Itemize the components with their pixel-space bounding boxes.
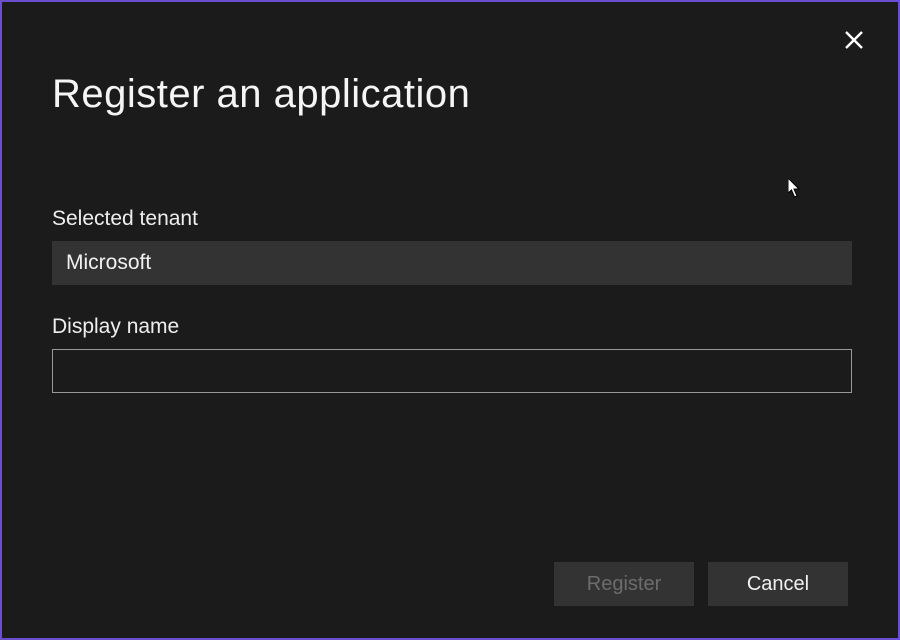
cancel-button[interactable]: Cancel bbox=[708, 562, 848, 606]
displayname-label: Display name bbox=[52, 315, 848, 339]
close-icon bbox=[845, 31, 863, 49]
dialog-actions: Register Cancel bbox=[554, 562, 848, 606]
close-button[interactable] bbox=[840, 26, 868, 54]
tenant-label: Selected tenant bbox=[52, 207, 848, 231]
tenant-value: Microsoft bbox=[52, 241, 852, 285]
dialog-body: Register an application Selected tenant … bbox=[2, 2, 898, 393]
register-button[interactable]: Register bbox=[554, 562, 694, 606]
tenant-group: Selected tenant Microsoft bbox=[52, 207, 848, 285]
displayname-input[interactable] bbox=[52, 349, 852, 393]
displayname-group: Display name bbox=[52, 315, 848, 393]
dialog-title: Register an application bbox=[52, 72, 848, 117]
